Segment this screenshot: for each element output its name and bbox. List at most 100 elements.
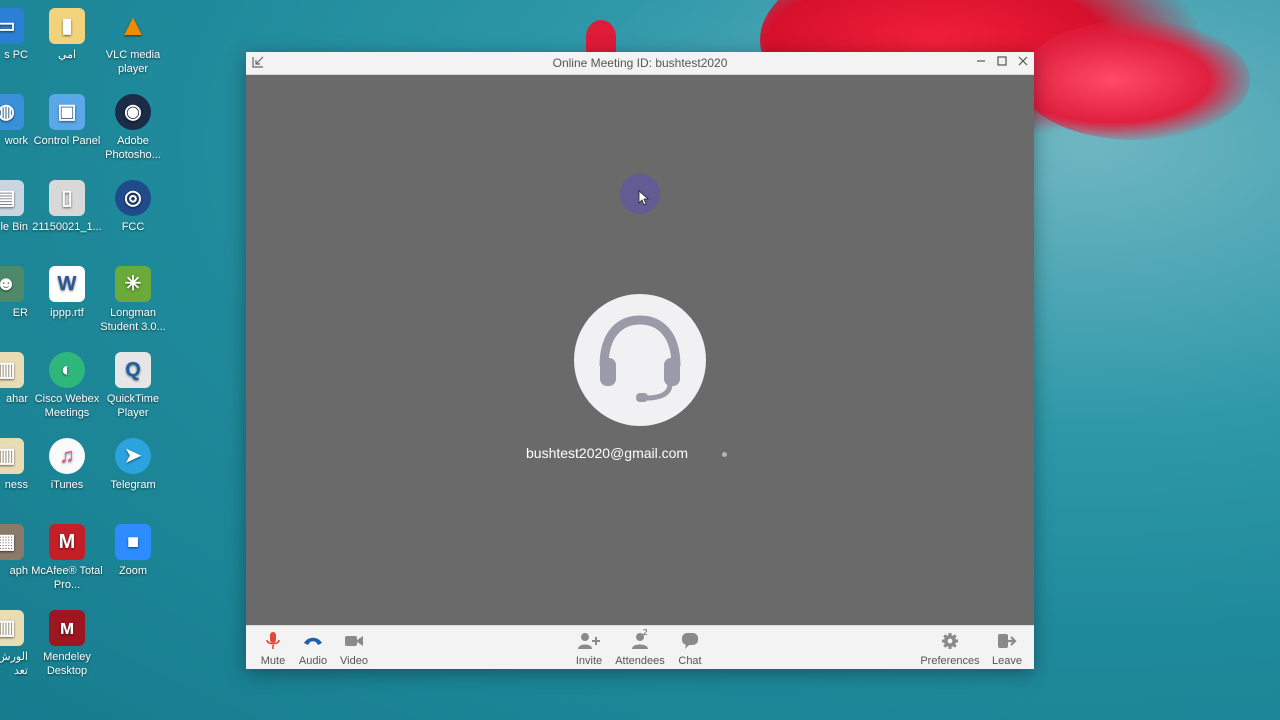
leave-button[interactable]: Leave — [980, 630, 1034, 667]
desktop-icon-ahar[interactable]: ▥ ahar — [0, 352, 28, 406]
invite-label: Invite — [575, 655, 603, 667]
attendees-button[interactable]: 2 Attendees — [613, 628, 667, 667]
desktop-icon-label: s PC — [4, 49, 28, 61]
desktop-icon-label: ER — [12, 307, 28, 319]
add-person-icon — [562, 630, 616, 652]
desktop-icon-label: Longman Student 3.0... — [100, 307, 166, 333]
desktop-icon-label: QuickTime Player — [106, 393, 160, 419]
meeting-toolbar: Mute Audio Video Invite 2 Attendees Chat… — [246, 625, 1034, 669]
book-icon: ▥ — [0, 438, 24, 474]
desktop-icon-telegram[interactable]: ➤ Telegram — [97, 438, 169, 492]
desktop-icon-label: le Bin — [0, 221, 28, 233]
quicktime-icon: Q — [115, 352, 151, 388]
network-icon: ◍ — [0, 94, 24, 130]
desktop-icon-label: McAfee® Total Pro... — [31, 565, 103, 591]
photoshop-eye-icon: ◉ — [115, 94, 151, 130]
desktop-icon-workshop[interactable]: ▥ الورش تعد — [0, 610, 28, 678]
desktop-icon-network[interactable]: ◍ work — [0, 94, 28, 148]
video-button[interactable]: Video — [327, 630, 381, 667]
desktop-icon-ness[interactable]: ▥ ness — [0, 438, 28, 492]
desktop-icon-label: 21150021_1... — [32, 221, 102, 233]
desktop-icon-mendeley[interactable]: ᴍ Mendeley Desktop — [31, 610, 103, 678]
book-icon: ▥ — [0, 352, 24, 388]
video-camera-icon — [327, 630, 381, 652]
desktop-icon-label: aph — [9, 565, 28, 577]
desktop-icon-quicktime[interactable]: Q QuickTime Player — [97, 352, 169, 420]
desktop-icon-label: work — [4, 135, 28, 147]
desktop-icon-label: ippp.rtf — [50, 307, 84, 319]
leave-label: Leave — [992, 655, 1022, 667]
desktop-icon-label: Mendeley Desktop — [43, 651, 91, 677]
desktop-icon-photoshop[interactable]: ◉ Adobe Photosho... — [97, 94, 169, 162]
window-title: Online Meeting ID: bushtest2020 — [552, 56, 728, 70]
computer-icon: ▭ — [0, 8, 24, 44]
desktop-icon-er[interactable]: ☻ ER — [0, 266, 28, 320]
mcafee-shield-icon: M — [49, 524, 85, 560]
participant-avatar — [574, 294, 706, 426]
window-titlebar[interactable]: Online Meeting ID: bushtest2020 — [246, 52, 1034, 75]
desktop-icon-longman[interactable]: ✳ Longman Student 3.0... — [97, 266, 169, 334]
leave-door-icon — [980, 630, 1034, 652]
preferences-label: Preferences — [920, 655, 980, 667]
video-stage: bushtest2020@gmail.com — [246, 75, 1034, 625]
minimize-icon[interactable] — [973, 55, 989, 71]
desktop-icon-label: Telegram — [110, 479, 156, 491]
video-label: Video — [340, 655, 368, 667]
gear-icon — [918, 630, 982, 652]
preferences-button[interactable]: Preferences — [918, 630, 982, 667]
attendee-count-badge: 2 — [643, 628, 648, 637]
desktop-icon-ippp[interactable]: W ippp.rtf — [31, 266, 103, 320]
chat-bubble-icon — [663, 630, 717, 652]
desktop-icon-label: امي — [57, 49, 77, 61]
recycle-bin-icon: ▤ — [0, 180, 24, 216]
video-camera-icon: ■ — [115, 524, 151, 560]
traffic-cone-icon: ▲ — [118, 9, 148, 42]
status-dot — [722, 452, 727, 457]
attendees-label: Attendees — [615, 655, 665, 667]
word-document-icon: W — [49, 266, 85, 302]
desktop-icon-label: iTunes — [50, 479, 84, 491]
desktop-icon-label: Control Panel — [33, 135, 101, 147]
close-icon[interactable] — [1015, 55, 1031, 71]
webex-icon: ◐ — [49, 352, 85, 388]
desktop-icon-label: Cisco Webex Meetings — [34, 393, 100, 419]
desktop-icon-this-pc[interactable]: ▭ s PC — [0, 8, 28, 62]
paper-plane-icon: ➤ — [115, 438, 151, 474]
person-icon — [613, 630, 667, 652]
person-icon: ☻ — [0, 266, 24, 302]
maximize-icon[interactable] — [994, 55, 1010, 71]
camera-lens-icon: ◎ — [115, 180, 151, 216]
desktop-icon-itunes[interactable]: ♫ iTunes — [31, 438, 103, 492]
desktop-icon-label: ahar — [5, 393, 28, 405]
desktop-icon-label: ness — [4, 479, 28, 491]
desktop-icon-label: Zoom — [118, 565, 148, 577]
desktop-icon-control-panel[interactable]: ▣ Control Panel — [31, 94, 103, 148]
longman-icon: ✳ — [115, 266, 151, 302]
desktop-icon-label: FCC — [121, 221, 145, 233]
desktop-icon-label: VLC media player — [105, 49, 161, 75]
book-icon: ▥ — [0, 610, 24, 646]
mouse-pointer-icon — [638, 190, 650, 206]
desktop-icon-file-2115[interactable]: ▯ 21150021_1... — [31, 180, 103, 234]
folder-icon: ▮ — [49, 8, 85, 44]
invite-button[interactable]: Invite — [562, 630, 616, 667]
headset-icon — [599, 315, 681, 402]
desktop-icon-mcafee[interactable]: M McAfee® Total Pro... — [31, 524, 103, 592]
control-panel-icon: ▣ — [49, 94, 85, 130]
mendeley-icon: ᴍ — [49, 610, 85, 646]
desktop-icon-aph[interactable]: ▦ aph — [0, 524, 28, 578]
desktop-icon-webex[interactable]: ◐ Cisco Webex Meetings — [31, 352, 103, 420]
desktop-icon-zoom[interactable]: ■ Zoom — [97, 524, 169, 578]
desktop-icon-folder-ami[interactable]: ▮ امي — [31, 8, 103, 62]
desktop-icon-recycle-bin[interactable]: ▤ le Bin — [0, 180, 28, 234]
desktop-icon-vlc[interactable]: ▲ VLC media player — [97, 8, 169, 76]
document-icon: ▯ — [49, 180, 85, 216]
music-note-icon: ♫ — [49, 438, 85, 474]
chat-button[interactable]: Chat — [663, 630, 717, 667]
photo-icon: ▦ — [0, 524, 24, 560]
meeting-window: Online Meeting ID: bushtest2020 bushtest… — [246, 52, 1034, 669]
chat-label: Chat — [678, 655, 702, 667]
wallpaper-flower-petal — [1020, 20, 1250, 140]
desktop-icon-fcc[interactable]: ◎ FCC — [97, 180, 169, 234]
wallpaper-petal-tip — [586, 20, 616, 54]
